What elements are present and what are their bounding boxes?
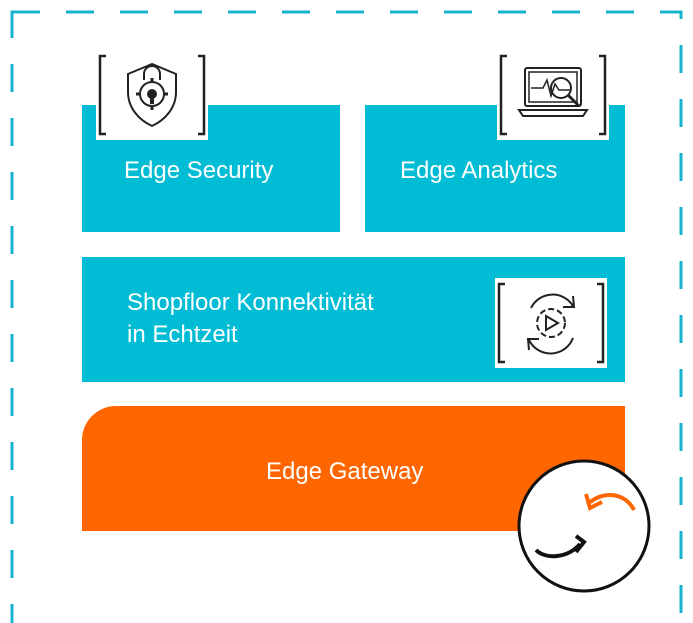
shopfloor-label-line2: in Echtzeit bbox=[127, 321, 238, 348]
shopfloor-label-line1: Shopfloor Konnektivität bbox=[127, 289, 374, 316]
edge-security-label: Edge Security bbox=[124, 157, 274, 184]
exchange-arrows-icon bbox=[516, 458, 652, 594]
edge-analytics-label: Edge Analytics bbox=[400, 157, 558, 184]
play-gear-cycle-icon bbox=[495, 278, 607, 368]
shield-lock-gear-icon bbox=[96, 50, 208, 140]
edge-gateway-label: Edge Gateway bbox=[266, 458, 424, 485]
laptop-analytics-icon bbox=[497, 50, 609, 140]
